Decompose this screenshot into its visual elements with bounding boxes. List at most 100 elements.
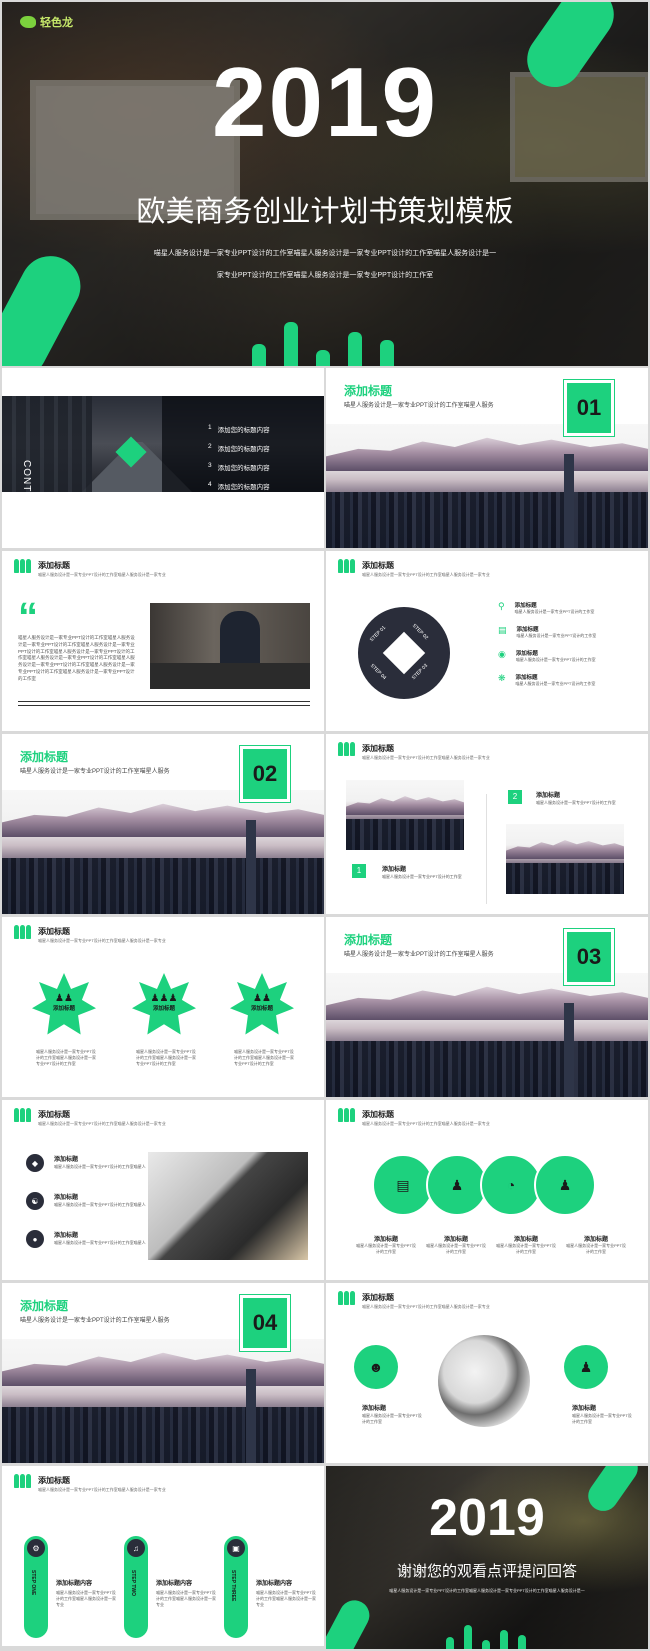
slide-title: 添加标题 [38, 1110, 70, 1119]
people-icon [14, 925, 31, 939]
item-text: 喵星人服务设计是一家专业PPT设计的工作室 [382, 874, 462, 879]
steps-ring: STEP 01 STEP 02 STEP 04 STEP 03 [358, 607, 450, 699]
pill-title: 添加标题内容 [256, 1581, 293, 1587]
section-slide-04: 添加标题 喵星人服务设计是一家专业PPT设计的工作室喵星人服务 04 [2, 1283, 324, 1463]
step-label: STEP 04 [368, 662, 388, 682]
quote-slide: 添加标题 喵星人服务设计是一家专业PPT设计的工作室喵星人服务设计是一家专业 “… [2, 551, 324, 731]
step-item: ◉ 添加标题 喵星人服务设计是一家专业PPT设计的工作室 [498, 649, 596, 662]
contents-list: 1 添加您的标题内容 2 添加您的标题内容 3 添加您的标题内容 4 添加您的标题内容 [208, 424, 270, 491]
headset-icon: ☯ [26, 1192, 44, 1210]
buildings-left [2, 396, 92, 492]
end-bar [500, 1630, 508, 1649]
contents-item[interactable]: 2 添加您的标题内容 [208, 443, 270, 453]
people-icon [338, 1291, 355, 1305]
people-icon [338, 1108, 355, 1122]
section-number: 01 [564, 380, 614, 436]
item-title: 添加标题 [536, 793, 561, 799]
contents-item[interactable]: 4 添加您的标题内容 [208, 481, 270, 491]
tablet-slide: 添加标题 喵星人服务设计是一家专业PPT设计的工作室喵星人服务设计是一家专业 ☻… [326, 1283, 648, 1463]
star-badge: ♟♟ 添加标题 [230, 973, 294, 1035]
end-slide: 2019 谢谢您的观看点评提问回答 喵星人服务设计是一家专业PPT设计的工作室喵… [326, 1466, 648, 1649]
end-bar [464, 1625, 472, 1649]
monitor-icon: ▤ [498, 625, 507, 635]
step-pill: ⚙ STEP ONE [24, 1536, 48, 1638]
group-icon: ♟♟ [253, 992, 271, 1004]
bulb-icon: ● [26, 1230, 44, 1248]
diamond-icon: ◆ [26, 1154, 44, 1172]
section-number: 04 [240, 1295, 290, 1351]
item-text: 喵星人服务设计是一家专业PPT设计的工作室 [536, 800, 616, 805]
section-sub: 喵星人服务设计是一家专业PPT设计的工作室喵星人服务 [20, 769, 170, 775]
step-label: STEP 01 [368, 624, 388, 644]
city-photo [326, 973, 648, 1097]
contents-item[interactable]: 3 添加您的标题内容 [208, 462, 270, 472]
step-item: ❋ 添加标题 喵星人服务设计是一家专业PPT设计的工作室 [498, 673, 596, 686]
end-bar [518, 1635, 526, 1649]
cover-bar [284, 322, 298, 366]
step-item: ⚲ 添加标题 喵星人服务设计是一家专业PPT设计的工作室 [498, 601, 595, 614]
section-sub: 喵星人服务设计是一家专业PPT设计的工作室喵星人服务 [344, 952, 494, 958]
chart-icon: ◔ [480, 1154, 542, 1216]
people-icon [14, 559, 31, 573]
man-photo [150, 603, 310, 689]
end-bar [446, 1637, 454, 1649]
cover-desc-2: 家专业PPT设计的工作室喵星人服务设计是一家专业PPT设计的工作室 [216, 272, 434, 279]
pill-title: 添加标题内容 [56, 1581, 93, 1587]
slide-title: 添加标题 [38, 561, 70, 570]
network-icon: ❋ [498, 673, 506, 683]
list-item-title: 添加标题 [54, 1157, 79, 1163]
people-icon [14, 1108, 31, 1122]
slide-title: 添加标题 [38, 1476, 70, 1485]
slide-title: 添加标题 [362, 561, 394, 570]
item-title: 添加标题 [382, 867, 407, 873]
slide-subtitle: 喵星人服务设计是一家专业PPT设计的工作室喵星人服务设计是一家专业 [362, 572, 490, 577]
steps-slide: 添加标题 喵星人服务设计是一家专业PPT设计的工作室喵星人服务设计是一家专业 S… [326, 551, 648, 731]
pill-text: 喵星人服务设计是一家专业PPT设计的工作室喵星人服务设计是一家专业 [156, 1590, 216, 1607]
tablet-photo [438, 1335, 530, 1427]
section-sub: 喵星人服务设计是一家专业PPT设计的工作室喵星人服务 [20, 1318, 170, 1324]
photo-b [506, 824, 624, 894]
cover-bars [252, 310, 412, 366]
star-badge: ♟♟♟ 添加标题 [132, 973, 196, 1035]
section-title: 添加标题 [344, 933, 393, 947]
photo-pair-slide: 添加标题 喵星人服务设计是一家专业PPT设计的工作室喵星人服务设计是一家专业 2… [326, 734, 648, 914]
circle-item: 添加标题 喵星人服务设计是一家专业PPT设计的工作室 [426, 1237, 486, 1254]
city-photo [326, 424, 648, 548]
section-slide-02: 添加标题 喵星人服务设计是一家专业PPT设计的工作室喵星人服务 02 [2, 734, 324, 914]
people-icon [14, 1474, 31, 1488]
contents-item[interactable]: 1 添加您的标题内容 [208, 424, 270, 434]
cover-bar [252, 344, 266, 366]
camera-icon: ▣ [227, 1539, 245, 1557]
slide-subtitle: 喵星人服务设计是一家专业PPT设计的工作室喵星人服务设计是一家专业 [362, 755, 490, 760]
slide-subtitle: 喵星人服务设计是一家专业PPT设计的工作室喵星人服务设计是一家专业 [38, 1487, 166, 1492]
end-bars [446, 1616, 536, 1649]
pill-text: 喵星人服务设计是一家专业PPT设计的工作室喵星人服务设计是一家专业 [256, 1590, 316, 1607]
step-label: STEP 03 [410, 662, 430, 682]
contents-slide: CONTENTS 1 添加您的标题内容 2 添加您的标题内容 3 添加您的标题内容 4… [2, 368, 324, 548]
slide-title: 添加标题 [362, 1293, 394, 1302]
section-title: 添加标题 [20, 750, 69, 764]
sofa-shape [150, 663, 310, 689]
num-badge: 1 [352, 864, 366, 878]
list-item-text: 喵星人服务设计是一家专业PPT设计的工作室喵星人 [54, 1164, 146, 1169]
user-icon: ♟ [426, 1154, 488, 1216]
end-bar [482, 1640, 490, 1649]
list-item-text: 喵星人服务设计是一家专业PPT设计的工作室喵星人 [54, 1202, 146, 1207]
slide-subtitle: 喵星人服务设计是一家专业PPT设计的工作室喵星人服务设计是一家专业 [38, 938, 166, 943]
list-slide: 添加标题 喵星人服务设计是一家专业PPT设计的工作室喵星人服务设计是一家专业 ◆… [2, 1100, 324, 1280]
team-icon: ♟ [564, 1345, 608, 1389]
monitor-icon: ▤ [372, 1154, 434, 1216]
team-icon: ♟♟♟ [150, 992, 178, 1004]
cover-title: 欧美商务创业计划书策划模板 [136, 196, 514, 228]
slide-subtitle: 喵星人服务设计是一家专业PPT设计的工作室喵星人服务设计是一家专业 [38, 572, 166, 577]
divider [18, 701, 310, 702]
circle-item: 添加标题 喵星人服务设计是一家专业PPT设计的工作室 [356, 1237, 416, 1254]
section-slide-03: 添加标题 喵星人服务设计是一家专业PPT设计的工作室喵星人服务 03 [326, 917, 648, 1097]
quote-icon: “ [18, 595, 38, 639]
photo-a [346, 780, 464, 850]
cover-bar [316, 350, 330, 366]
star-text: 喵星人服务设计是一家专业PPT设计的工作室喵星人服务设计是一家专业PPT设计的工… [136, 1049, 196, 1066]
connector-line [486, 794, 487, 904]
cover-bar [348, 332, 362, 366]
pill-text: 喵星人服务设计是一家专业PPT设计的工作室喵星人服务设计是一家专业 [56, 1590, 116, 1607]
